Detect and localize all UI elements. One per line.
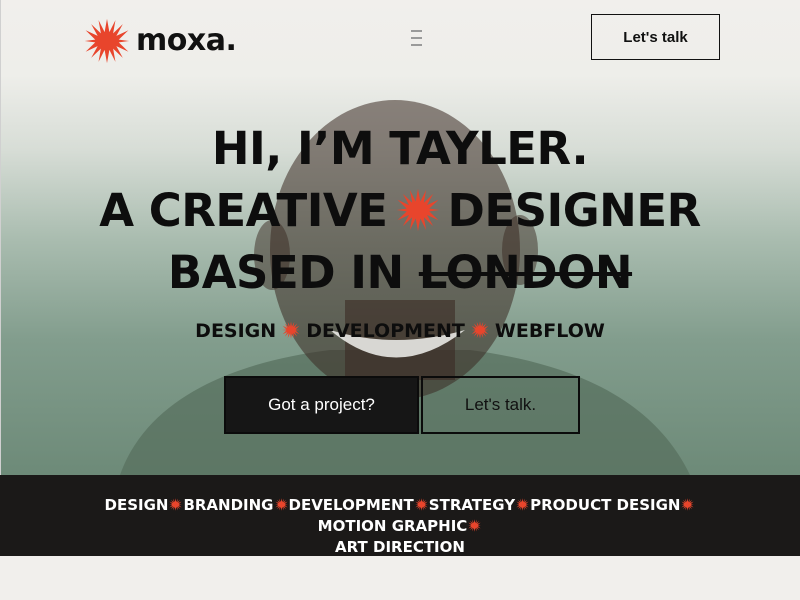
site-header: moxa. Let's talk [0,0,800,75]
headline-creative: A CREATIVE [99,184,388,237]
headline-struck-city: LONDON [418,246,633,299]
service-item: STRATEGY [428,496,516,514]
star-icon [275,498,288,511]
service-item: MOTION GRAPHIC [317,517,468,535]
tag-development: DEVELOPMENT [306,320,465,342]
hero-tags: DESIGN DEVELOPMENT WEBFLOW [0,320,800,342]
service-item: PRODUCT DESIGN [530,496,681,514]
tag-design: DESIGN [195,320,277,342]
tag-webflow: WEBFLOW [494,320,605,342]
service-item: DEVELOPMENT [288,496,414,514]
star-icon [516,498,529,511]
hamburger-icon[interactable] [406,30,426,46]
headline-designer: DESIGNER [447,184,702,237]
next-section [0,556,800,600]
star-icon [471,321,489,339]
star-icon [468,519,481,532]
hero-headline: HI, I’M TAYLER. A CREATIVE DESIGNER BASED… [0,118,800,304]
star-icon [282,321,300,339]
logo-text: moxa. [136,23,237,58]
headline-line-3: BASED IN LONDON [0,242,800,304]
lets-talk-secondary-button[interactable]: Let's talk. [421,376,580,434]
got-a-project-button[interactable]: Got a project? [224,376,419,434]
star-icon [415,498,428,511]
star-logo-icon [84,18,130,64]
logo[interactable]: moxa. [84,18,237,64]
service-item: ART DIRECTION [335,538,465,556]
service-item: BRANDING [183,496,274,514]
service-item: DESIGN [104,496,169,514]
lets-talk-button[interactable]: Let's talk [591,14,720,60]
headline-line-2: A CREATIVE DESIGNER [0,180,800,242]
headline-based-in: BASED IN [167,246,404,299]
star-icon [396,188,440,232]
star-icon [169,498,182,511]
services-strip: DESIGN BRANDING DEVELOPMENT STRATEGY PRODUCT… [0,475,800,556]
star-icon [681,498,694,511]
headline-line-1: HI, I’M TAYLER. [211,122,589,175]
hero-buttons: Got a project? Let's talk. [224,376,580,434]
